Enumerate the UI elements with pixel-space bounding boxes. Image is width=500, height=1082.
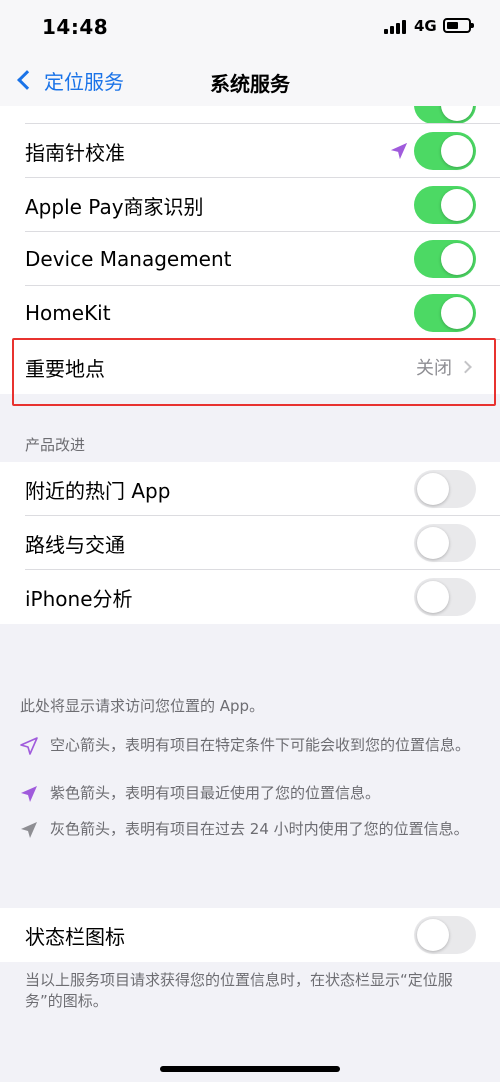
list-item-status-bar-icon: 状态栏图标 xyxy=(0,908,500,962)
row-label: 附近的热门 App xyxy=(25,478,171,503)
purple-arrow-icon xyxy=(21,786,37,802)
row-label: 路线与交通 xyxy=(25,532,125,557)
row-label: Apple Pay商家识别 xyxy=(25,194,204,219)
page-title: 系统服务 xyxy=(210,72,290,96)
toggle-status-bar-icon[interactable] xyxy=(414,916,476,954)
product-improvement-group: 附近的热门 App 路线与交通 iPhone分析 xyxy=(0,462,500,624)
toggle-popular-near-me[interactable] xyxy=(414,470,476,508)
legend-item-purple: 紫色箭头，表明有项目最近使用了您的位置信息。 xyxy=(18,783,488,805)
legend-item-gray: 灰色箭头，表明有项目在过去 24 小时内使用了您的位置信息。 xyxy=(18,819,488,841)
row-label: iPhone分析 xyxy=(25,586,133,611)
status-time: 14:48 xyxy=(42,15,109,39)
legend-item-hollow: 空心箭头，表明有项目在特定条件下可能会收到您的位置信息。 xyxy=(18,735,488,757)
list-item-partial xyxy=(0,106,500,124)
location-arrow-icon xyxy=(390,142,408,160)
gray-arrow-icon xyxy=(21,822,37,838)
hollow-arrow-icon xyxy=(20,737,38,755)
list-item-homekit: HomeKit xyxy=(0,286,500,340)
legend-intro: 此处将显示请求访问您位置的 App。 xyxy=(20,697,265,715)
legend-text: 空心箭头，表明有项目在特定条件下可能会收到您的位置信息。 xyxy=(50,736,471,754)
row-label: Device Management xyxy=(25,247,232,271)
list-item-routing-traffic: 路线与交通 xyxy=(0,516,500,570)
list-item-compass-calibration: 指南针校准 xyxy=(0,124,500,178)
toggle-iphone-analytics[interactable] xyxy=(414,578,476,616)
status-bar-icon-footer: 当以上服务项目请求获得您的位置信息时，在状态栏显示“定位服务”的图标。 xyxy=(25,971,453,1010)
list-item-iphone-analytics: iPhone分析 xyxy=(0,570,500,624)
toggle-partial[interactable] xyxy=(414,106,476,124)
status-bar: 14:48 4G xyxy=(0,0,500,54)
cellular-signal-icon xyxy=(384,20,408,34)
nav-bar: 定位服务 系统服务 xyxy=(0,54,500,106)
list-item-popular-near-me: 附近的热门 App xyxy=(0,462,500,516)
legend-text: 紫色箭头，表明有项目最近使用了您的位置信息。 xyxy=(50,784,381,802)
status-bar-icon-group: 状态栏图标 xyxy=(0,908,500,962)
row-label: 状态栏图标 xyxy=(25,924,125,949)
network-type: 4G xyxy=(414,17,437,35)
section-header-product-improvement: 产品改进 xyxy=(25,436,86,454)
legend-text: 灰色箭头，表明有项目在过去 24 小时内使用了您的位置信息。 xyxy=(50,820,469,838)
toggle-apple-pay-merchant[interactable] xyxy=(414,186,476,224)
list-item-device-management: Device Management xyxy=(0,232,500,286)
row-label: 指南针校准 xyxy=(25,140,125,165)
toggle-device-management[interactable] xyxy=(414,240,476,278)
battery-icon xyxy=(443,18,474,33)
toggle-homekit[interactable] xyxy=(414,294,476,332)
toggle-routing-traffic[interactable] xyxy=(414,524,476,562)
toggle-compass-calibration[interactable] xyxy=(414,132,476,170)
list-item-apple-pay-merchant: Apple Pay商家识别 xyxy=(0,178,500,232)
highlight-box xyxy=(12,338,496,406)
home-indicator xyxy=(160,1066,340,1072)
row-label: HomeKit xyxy=(25,301,111,325)
